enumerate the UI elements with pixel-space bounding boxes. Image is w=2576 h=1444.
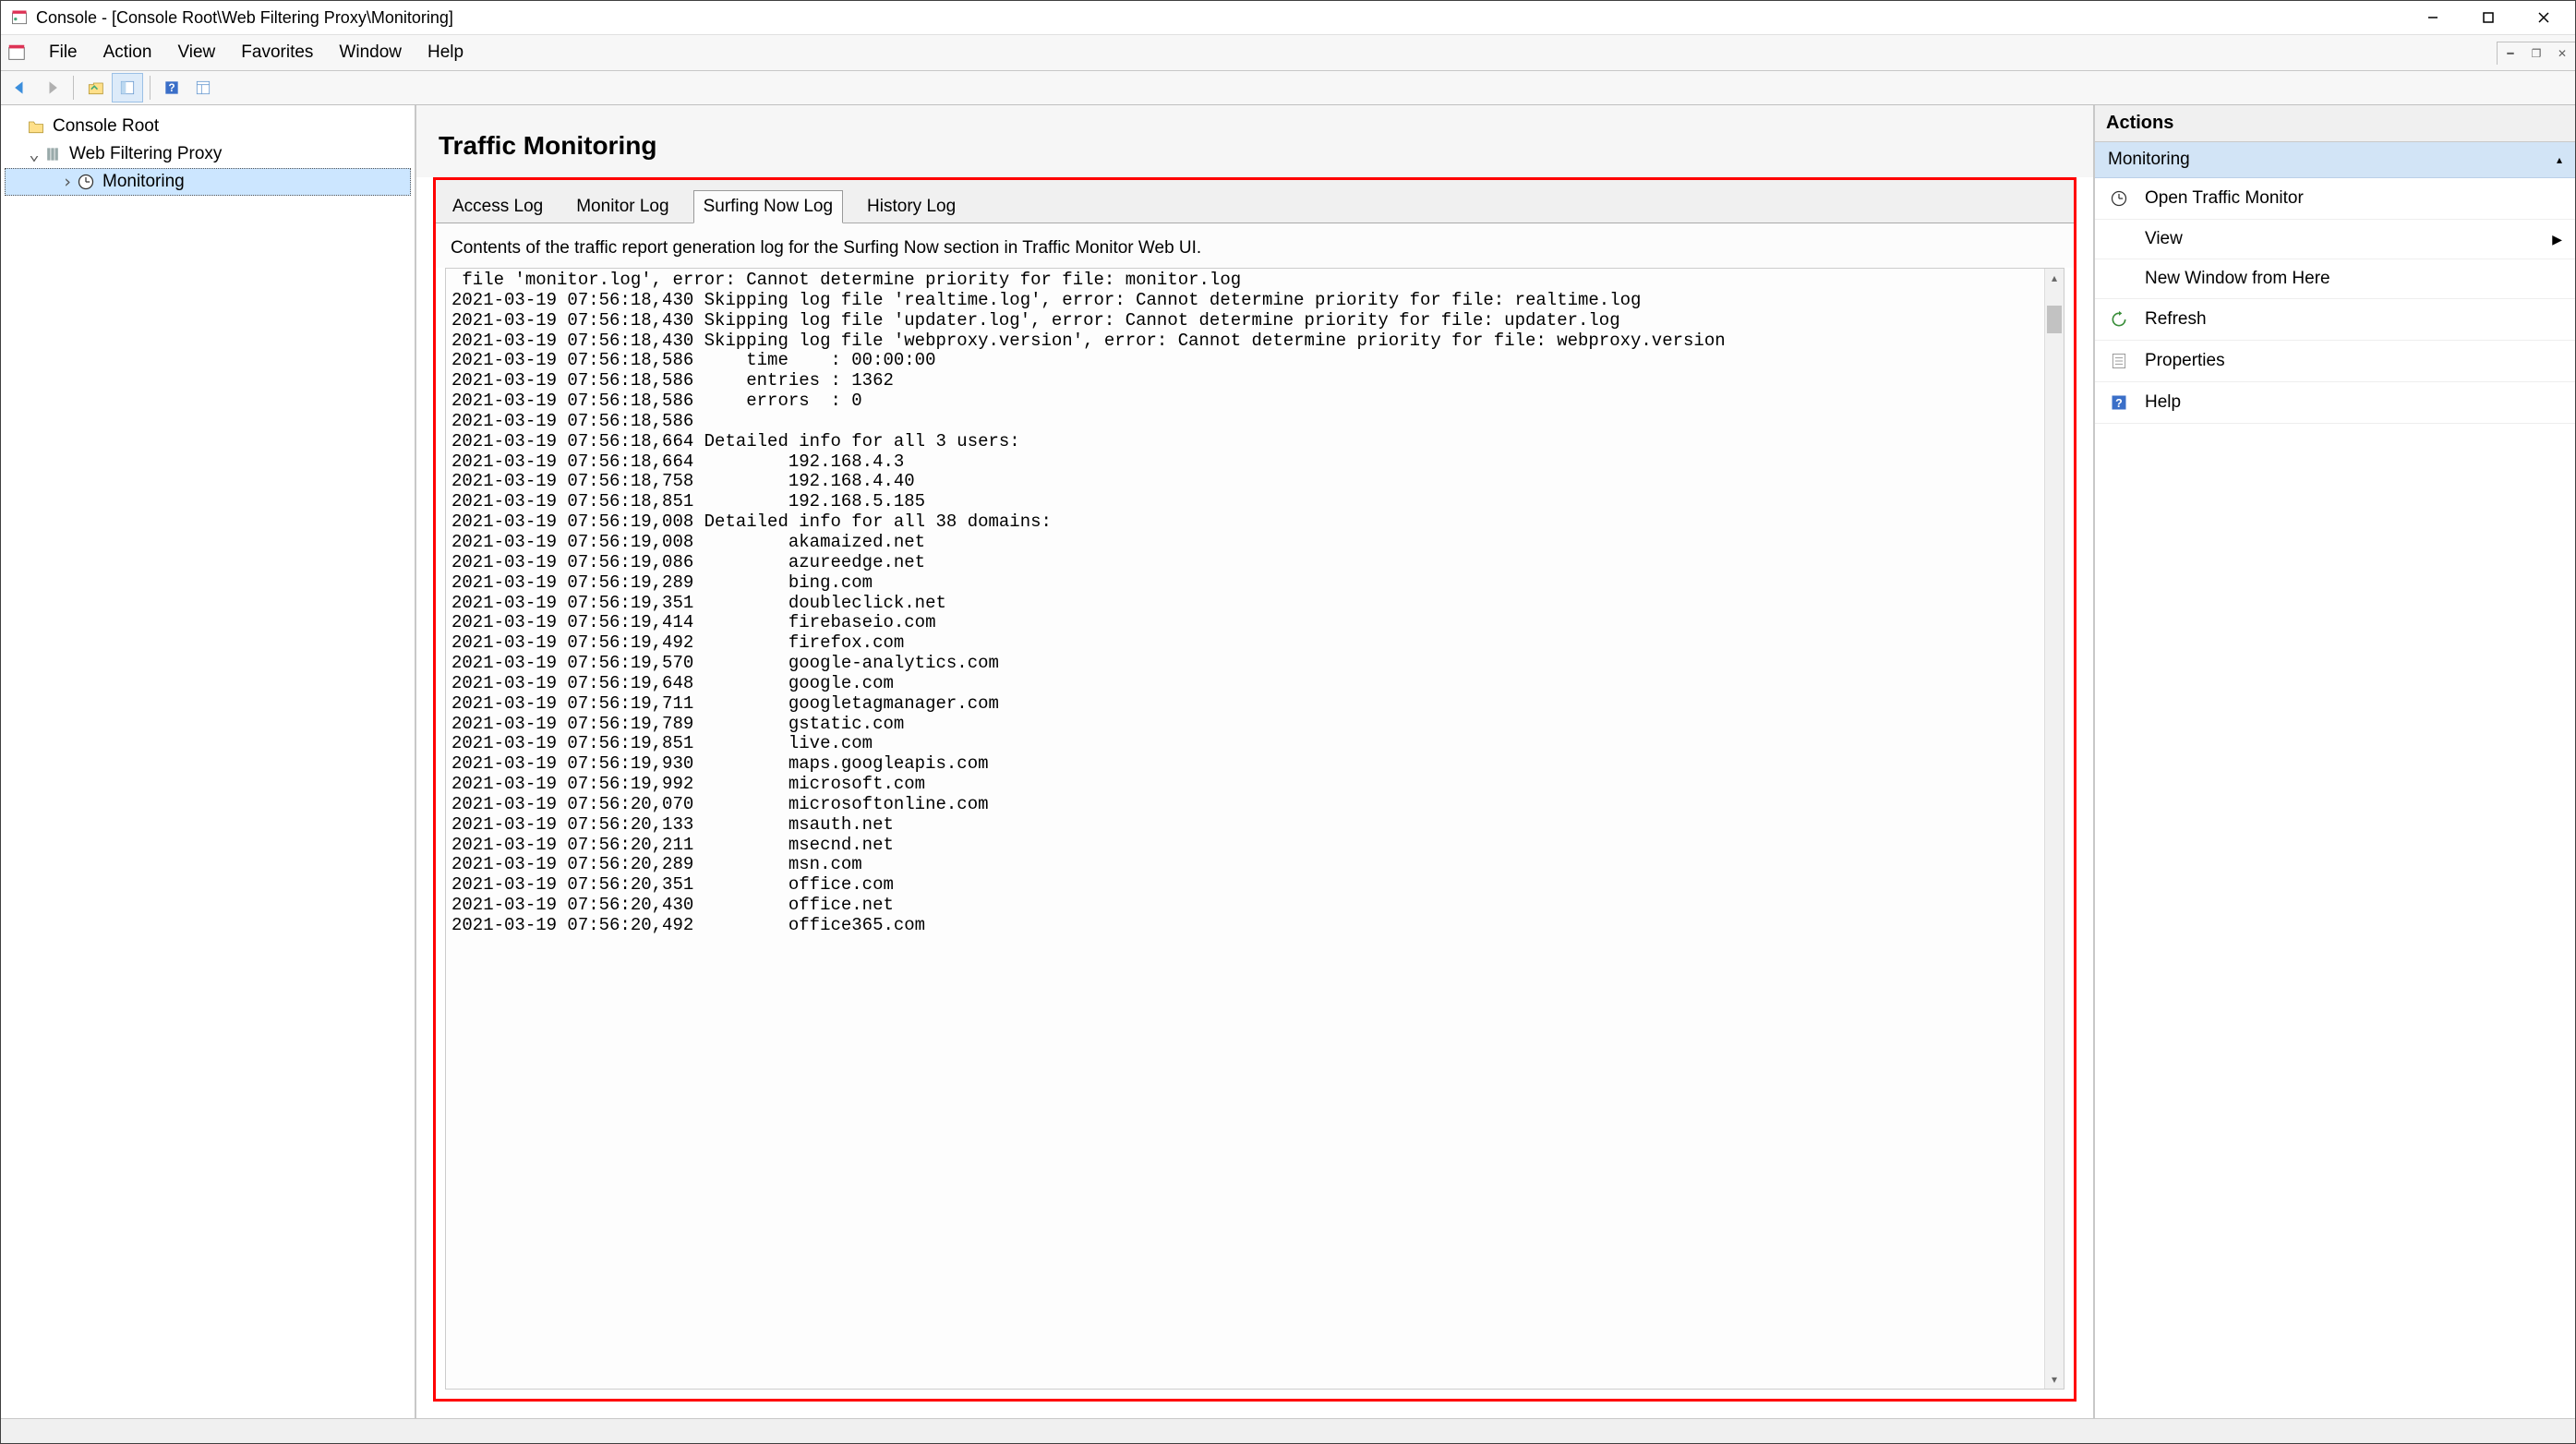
- help-icon: ?: [2108, 391, 2130, 414]
- content-heading: Traffic Monitoring: [416, 105, 2093, 177]
- log-output-box: file 'monitor.log', error: Cannot determ…: [445, 268, 2064, 1390]
- blank-icon: [10, 116, 25, 137]
- chevron-right-icon: ▶: [2552, 232, 2562, 247]
- actions-header: Actions: [2095, 105, 2575, 142]
- actions-pane: Actions Monitoring ▴ Open Traffic Monito…: [2095, 105, 2575, 1418]
- actions-group-label: Monitoring: [2108, 150, 2190, 170]
- mdi-restore-button[interactable]: ❐: [2523, 42, 2549, 65]
- action-label: New Window from Here: [2145, 269, 2330, 289]
- log-tabs: Access Log Monitor Log Surfing Now Log H…: [436, 180, 2074, 223]
- tab-history-log[interactable]: History Log: [858, 191, 965, 223]
- folder-icon: [27, 117, 45, 136]
- menu-action[interactable]: Action: [90, 37, 165, 68]
- scroll-up-button[interactable]: ▴: [2045, 269, 2064, 287]
- mdi-window-controls: ━ ❐ ✕: [2497, 42, 2575, 65]
- properties-icon: [2108, 350, 2130, 372]
- tab-access-log[interactable]: Access Log: [443, 191, 552, 223]
- mdi-minimize-button[interactable]: ━: [2498, 42, 2523, 65]
- close-button[interactable]: [2516, 1, 2571, 34]
- app-icon: [10, 8, 29, 27]
- action-label: Refresh: [2145, 309, 2207, 330]
- tree-node-monitoring[interactable]: › Monitoring: [5, 168, 411, 196]
- action-label: Properties: [2145, 351, 2225, 371]
- chevron-up-icon: ▴: [2557, 153, 2562, 166]
- log-text[interactable]: file 'monitor.log', error: Cannot determ…: [446, 269, 2044, 1389]
- action-label: Open Traffic Monitor: [2145, 188, 2304, 209]
- menu-view[interactable]: View: [164, 37, 228, 68]
- nav-forward-button[interactable]: [37, 74, 66, 102]
- action-label: Help: [2145, 392, 2181, 413]
- actions-group-monitoring[interactable]: Monitoring ▴: [2095, 142, 2575, 178]
- tree-node-label: Console Root: [53, 116, 159, 137]
- menu-bar: File Action View Favorites Window Help ━…: [1, 35, 2575, 71]
- minimize-button[interactable]: [2405, 1, 2461, 34]
- clock-icon: [2108, 187, 2130, 210]
- highlighted-panel: Access Log Monitor Log Surfing Now Log H…: [433, 177, 2076, 1402]
- action-properties[interactable]: Properties: [2095, 341, 2575, 382]
- mdi-close-button[interactable]: ✕: [2549, 42, 2575, 65]
- tree-node-label: Web Filtering Proxy: [69, 144, 222, 164]
- vertical-scrollbar[interactable]: ▴ ▾: [2044, 269, 2064, 1389]
- content-pane: Traffic Monitoring Access Log Monitor Lo…: [416, 105, 2095, 1418]
- action-open-traffic-monitor[interactable]: Open Traffic Monitor: [2095, 178, 2575, 220]
- action-view[interactable]: View ▶: [2095, 220, 2575, 259]
- up-button[interactable]: [80, 74, 110, 102]
- action-refresh[interactable]: Refresh: [2095, 299, 2575, 341]
- action-help[interactable]: ? Help: [2095, 382, 2575, 424]
- show-hide-tree-button[interactable]: [112, 73, 143, 102]
- navigation-tree[interactable]: Console Root ⌄ Web Filtering Proxy › Mon…: [1, 105, 416, 1418]
- menu-file[interactable]: File: [36, 37, 90, 68]
- server-icon: [43, 145, 62, 163]
- tab-description: Contents of the traffic report generatio…: [436, 223, 2074, 268]
- expand-icon[interactable]: ›: [60, 172, 75, 192]
- tab-surfing-now-log[interactable]: Surfing Now Log: [693, 190, 843, 223]
- tree-node-web-filtering-proxy[interactable]: ⌄ Web Filtering Proxy: [5, 140, 411, 168]
- window-title: Console - [Console Root\Web Filtering Pr…: [36, 8, 2405, 28]
- app-icon: [6, 42, 27, 63]
- nav-back-button[interactable]: [6, 74, 35, 102]
- status-bar: [1, 1418, 2575, 1443]
- refresh-icon: [2108, 308, 2130, 331]
- tree-node-console-root[interactable]: Console Root: [5, 113, 411, 140]
- tree-node-label: Monitoring: [102, 172, 185, 192]
- maximize-button[interactable]: [2461, 1, 2516, 34]
- toolbar: ?: [1, 71, 2575, 105]
- collapse-icon[interactable]: ⌄: [27, 144, 42, 164]
- action-label: View: [2145, 229, 2183, 249]
- menu-favorites[interactable]: Favorites: [228, 37, 326, 68]
- action-new-window[interactable]: New Window from Here: [2095, 259, 2575, 299]
- menu-window[interactable]: Window: [326, 37, 415, 68]
- clock-icon: [77, 173, 95, 191]
- toolbar-separator: [73, 76, 74, 100]
- svg-text:?: ?: [168, 82, 175, 94]
- help-button[interactable]: ?: [157, 74, 187, 102]
- scroll-thumb[interactable]: [2047, 306, 2062, 333]
- view-mode-button[interactable]: [188, 74, 218, 102]
- svg-text:?: ?: [2115, 397, 2123, 410]
- menu-help[interactable]: Help: [415, 37, 476, 68]
- title-bar: Console - [Console Root\Web Filtering Pr…: [1, 1, 2575, 35]
- scroll-down-button[interactable]: ▾: [2045, 1370, 2064, 1389]
- tab-monitor-log[interactable]: Monitor Log: [567, 191, 678, 223]
